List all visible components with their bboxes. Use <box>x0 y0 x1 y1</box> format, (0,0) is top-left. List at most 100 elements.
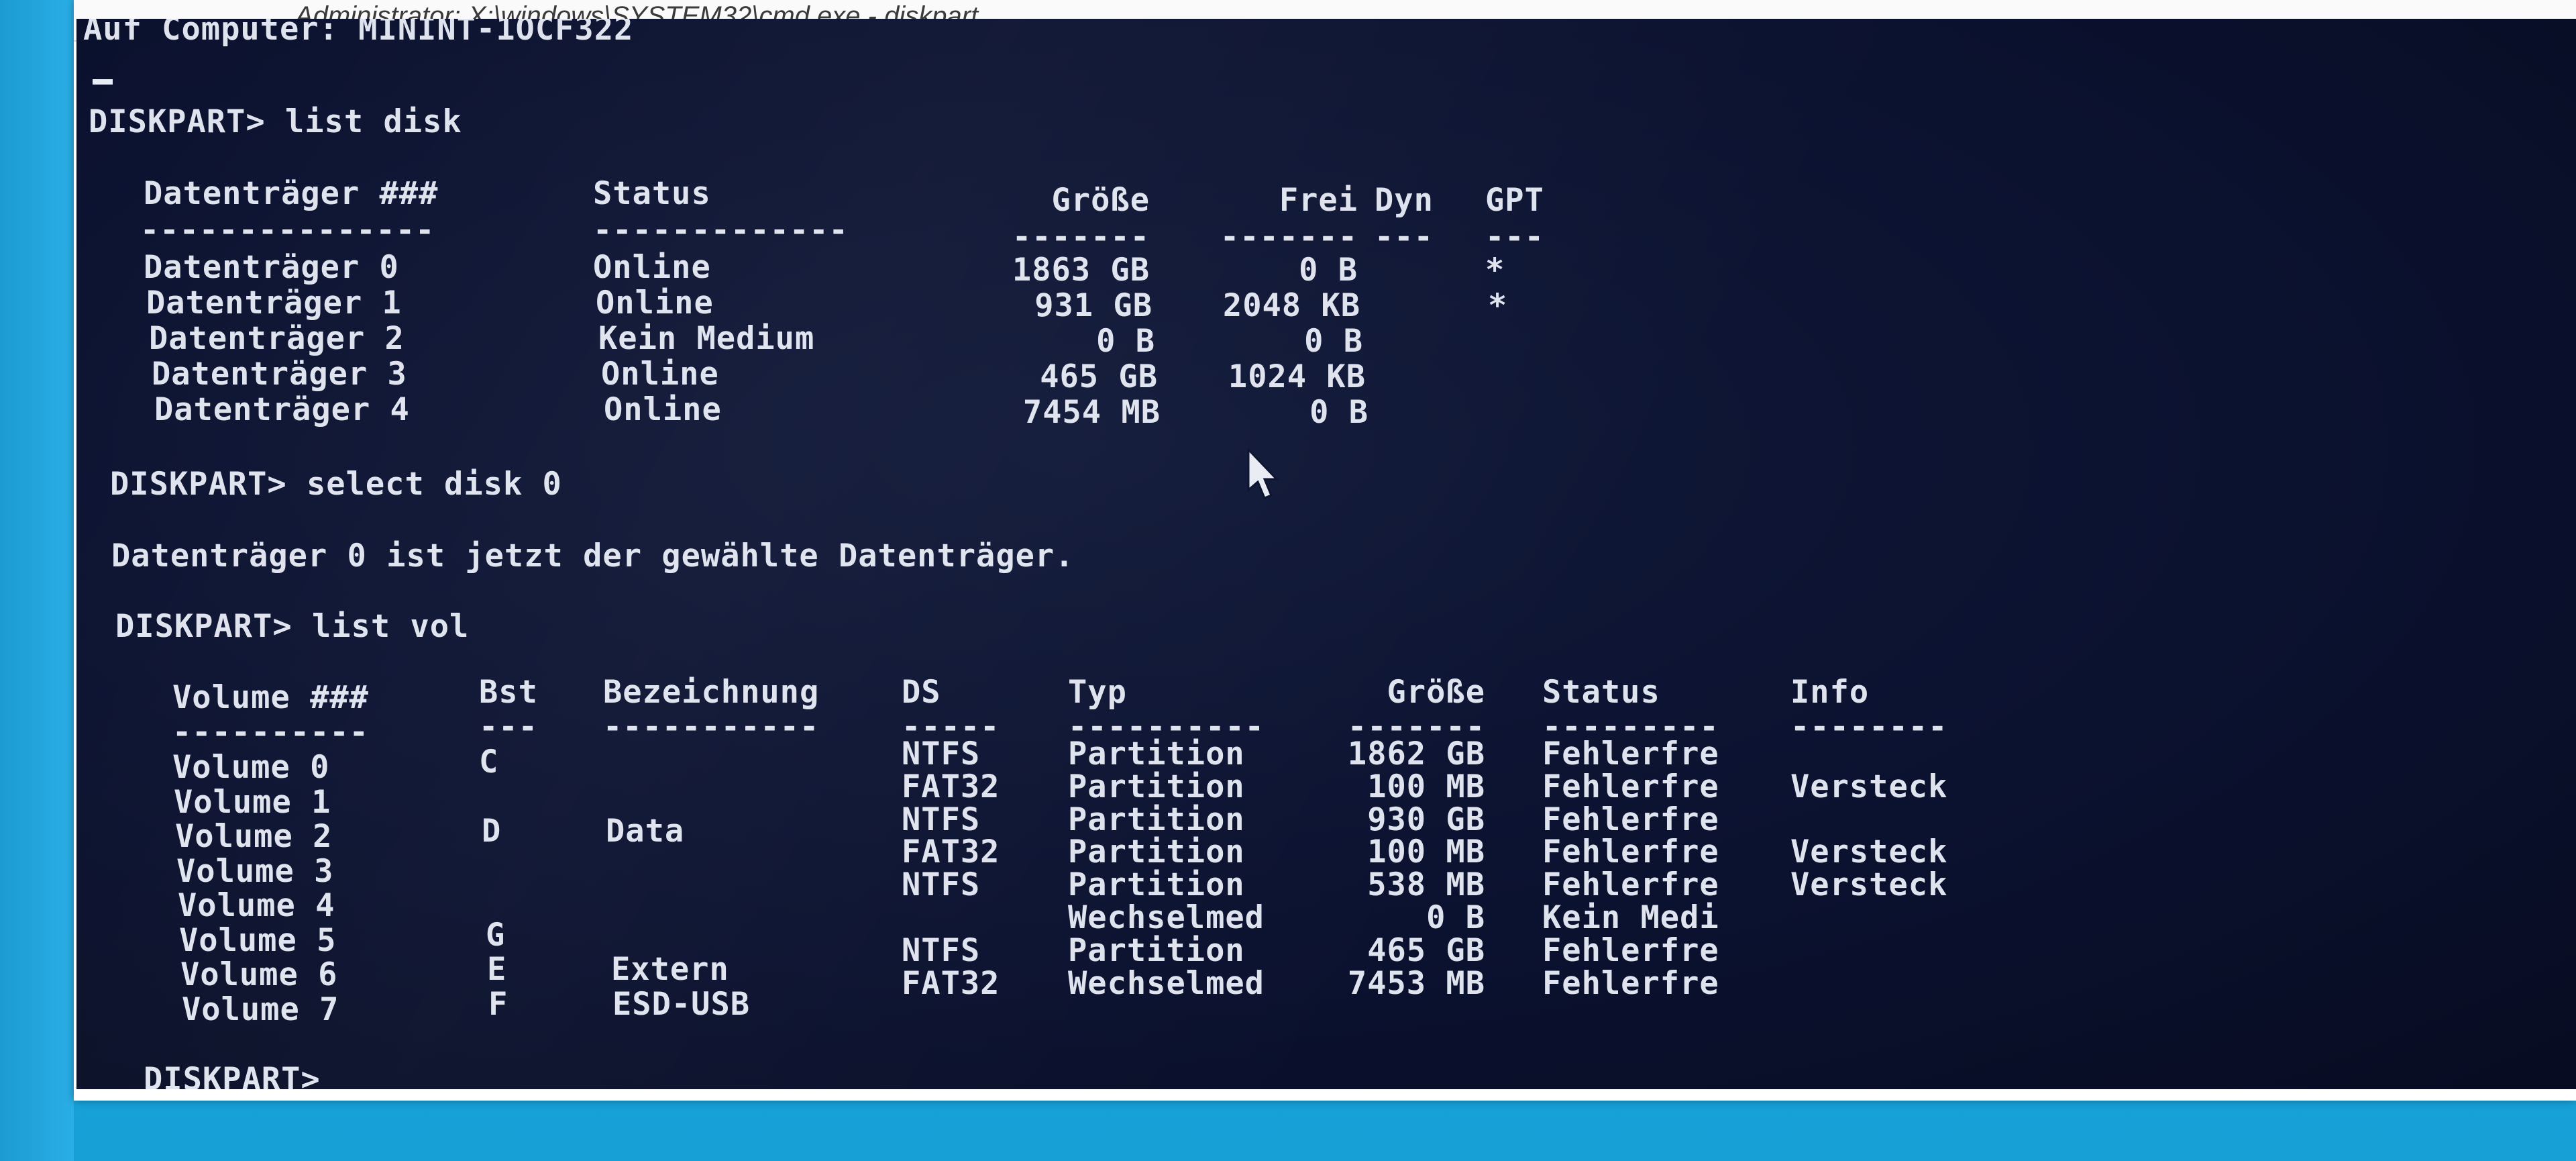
computer-name-line: Auf Computer: MININT-1OCF322 <box>83 19 634 48</box>
disk-table-separator: --------------- <box>140 212 435 249</box>
volume-table-cell: 100 MB <box>1367 834 1485 871</box>
volume-table-cell: Fehlerfre <box>1542 736 1719 772</box>
volume-table-cell: Versteck <box>1790 834 1948 871</box>
disk-table-cell: 931 GB <box>1034 287 1152 324</box>
disk-table-header: Frei <box>1279 182 1358 219</box>
volume-table-cell: D <box>482 813 502 850</box>
disk-table-cell: 7454 MB <box>1022 394 1161 431</box>
volume-table-header: Bezeichnung <box>603 674 820 711</box>
volume-table-cell: Volume 6 <box>180 956 338 993</box>
disk-table-cell: 0 B <box>1299 252 1358 289</box>
volume-table-cell: Partition <box>1068 768 1245 805</box>
volume-table-cell: Volume 0 <box>172 749 330 786</box>
disk-table-cell: Datenträger 2 <box>149 320 405 357</box>
command-select-disk: DISKPART> select disk 0 <box>110 466 562 503</box>
disk-table-cell: 1024 KB <box>1228 358 1366 395</box>
disk-table-separator: ------- <box>1220 219 1358 256</box>
volume-table-cell: 1862 GB <box>1347 736 1485 772</box>
volume-table-separator: -------- <box>1790 709 1948 746</box>
disk-table-cell: Datenträger 1 <box>146 285 402 321</box>
disk-table-cell: * <box>1485 252 1505 289</box>
volume-table-cell: Partition <box>1068 931 1245 969</box>
volume-table-cell: Partition <box>1068 736 1245 772</box>
disk-table-header: GPT <box>1485 182 1544 219</box>
volume-table-cell: Partition <box>1068 834 1245 871</box>
volume-table-header: Typ <box>1068 674 1127 711</box>
disk-table-cell: Datenträger 4 <box>154 391 410 428</box>
disk-table-cell: Datenträger 0 <box>144 249 399 286</box>
volume-table-cell: Wechselmed <box>1068 899 1265 936</box>
volume-table-header: Bst <box>479 674 538 711</box>
old-cursor <box>93 79 113 85</box>
volume-table-cell: Data <box>606 813 685 850</box>
volume-table-cell: Partition <box>1068 866 1245 904</box>
volume-table-cell: F <box>488 985 508 1023</box>
disk-table-cell: Datenträger 3 <box>152 356 407 393</box>
volume-table-cell: Volume 2 <box>175 818 333 855</box>
volume-table-cell: NTFS <box>902 736 981 772</box>
volume-table-cell: Volume 5 <box>179 921 337 959</box>
volume-table-cell: 930 GB <box>1367 801 1485 838</box>
desktop-edge <box>0 0 74 1161</box>
cmd-window[interactable]: Administrator: X:\windows\SYSTEM32\cmd.e… <box>74 0 2576 1101</box>
volume-table-cell: Volume 4 <box>178 887 335 924</box>
volume-table-cell: Fehlerfre <box>1542 801 1719 838</box>
disk-table-cell: 0 B <box>1309 394 1368 431</box>
disk-table-cell: 0 B <box>1304 323 1363 360</box>
volume-table-separator: --- <box>479 709 538 746</box>
volume-table-cell: Volume 7 <box>182 991 339 1028</box>
volume-table-cell: Partition <box>1068 801 1245 838</box>
disk-table-header: Datenträger ### <box>144 175 439 212</box>
command-list-vol: DISKPART> list vol <box>115 608 470 645</box>
volume-table-cell: Fehlerfre <box>1542 834 1719 871</box>
volume-table-cell: NTFS <box>902 801 981 838</box>
volume-table-cell: 0 B <box>1426 899 1485 936</box>
disk-table-cell: 2048 KB <box>1222 287 1360 324</box>
command-list-disk: DISKPART> list disk <box>89 103 462 140</box>
volume-table-cell: Extern <box>611 951 729 988</box>
volume-table-cell: 7453 MB <box>1347 964 1485 1002</box>
volume-table-cell: ESD-USB <box>612 985 751 1023</box>
disk-table-cell: Online <box>601 356 719 393</box>
disk-table-cell: 0 B <box>1096 323 1155 360</box>
volume-table-cell: 100 MB <box>1367 768 1485 805</box>
disk-table-cell: 1863 GB <box>1012 252 1150 289</box>
disk-table-cell: Online <box>596 285 714 321</box>
disk-table-separator: ------------- <box>593 212 849 249</box>
volume-table-header: Größe <box>1387 674 1485 711</box>
volume-table-cell: FAT32 <box>902 964 1000 1002</box>
console-output[interactable]: Auf Computer: MININT-1OCF322 DISKPART> li… <box>76 19 2576 1089</box>
disk-table-separator: --- <box>1375 219 1434 256</box>
volume-table-cell: FAT32 <box>902 834 1000 871</box>
diskpart-prompt: DISKPART> <box>144 1061 340 1090</box>
disk-table-cell: Online <box>604 391 722 428</box>
volume-table-cell: Wechselmed <box>1068 964 1265 1002</box>
volume-table-cell: Fehlerfre <box>1542 931 1719 969</box>
volume-table-separator: ---------- <box>172 714 369 751</box>
disk-table-header: Status <box>593 175 711 212</box>
volume-table-header: Info <box>1790 674 1870 711</box>
volume-table-cell: Volume 1 <box>174 783 331 821</box>
disk-table-cell: Kein Medium <box>598 320 815 357</box>
volume-table-cell: FAT32 <box>902 768 1000 805</box>
volume-table-cell: NTFS <box>902 931 981 969</box>
volume-table-separator: ----------- <box>603 709 820 746</box>
disk-table-separator: ------- <box>1012 219 1150 256</box>
volume-table-header: Status <box>1542 674 1660 711</box>
volume-table-cell: E <box>487 951 507 988</box>
volume-table-cell: 465 GB <box>1367 931 1485 969</box>
volume-table-cell: Kein Medi <box>1542 899 1719 936</box>
volume-table-cell: Fehlerfre <box>1542 964 1719 1002</box>
disk-table-cell: 465 GB <box>1040 358 1158 395</box>
volume-table-cell: Versteck <box>1790 866 1948 904</box>
desktop: Administrator: X:\windows\SYSTEM32\cmd.e… <box>0 0 2576 1161</box>
volume-table-cell: C <box>479 744 499 780</box>
select-disk-result: Datenträger 0 ist jetzt der gewählte Dat… <box>111 538 1075 574</box>
volume-table-cell: G <box>486 916 506 954</box>
volume-table-cell: Fehlerfre <box>1542 866 1719 904</box>
volume-table-cell: NTFS <box>902 866 981 904</box>
volume-table-header: Volume ### <box>172 679 369 716</box>
volume-table-header: DS <box>902 674 941 711</box>
disk-table-cell: Online <box>593 249 711 286</box>
disk-table-header: Größe <box>1051 182 1150 219</box>
